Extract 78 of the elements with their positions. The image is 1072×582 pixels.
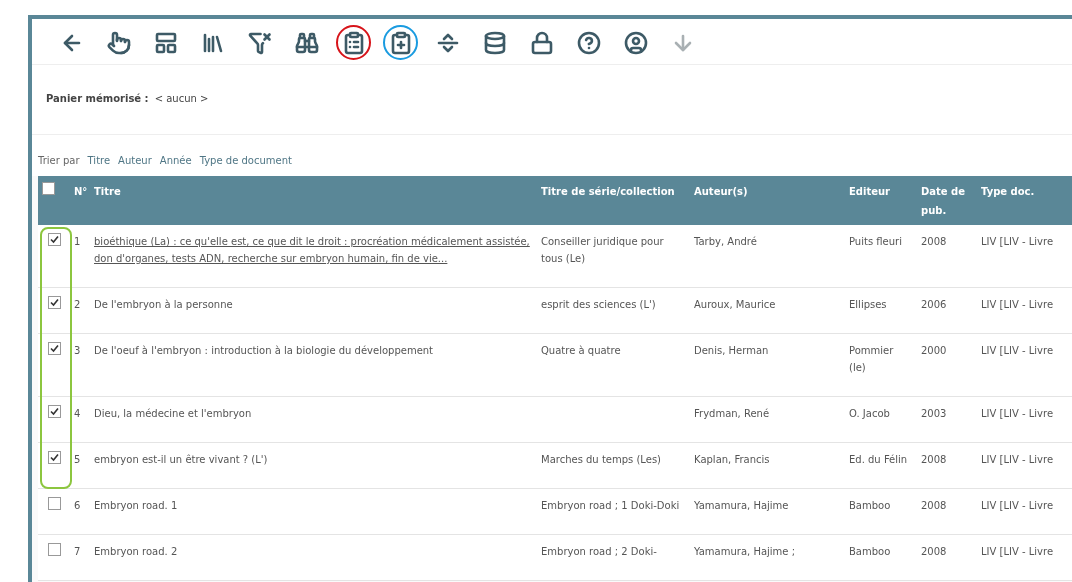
table-cell: LIV [LIV - Livre [981,454,1054,465]
table-cell: LIV [LIV - Livre [981,500,1054,511]
column-header[interactable]: Editeur [845,176,917,225]
sort-link[interactable]: Titre [87,155,111,166]
table-cell: Auroux, Maurice [694,299,776,310]
basket-label: Panier mémorisé : [46,93,149,104]
checkbox[interactable] [48,342,61,355]
table-cell: 2006 [921,299,947,310]
table-cell: Yamamura, Hajime [694,500,789,511]
checkbox[interactable] [48,233,61,246]
check-icon [50,235,59,244]
check-icon [50,298,59,307]
table-cell: 5 [74,454,81,465]
table-cell: 7 [74,546,81,557]
table-cell: esprit des sciences (L') [541,299,656,310]
help-icon [576,30,601,55]
table-cell: Embryon road ; 2 Doki- [541,546,657,557]
table-cell: Bamboo [849,546,891,557]
database-icon [482,30,507,55]
layout-icon [153,30,178,55]
checkbox[interactable] [48,543,61,556]
table-cell: 2003 [921,408,947,419]
lock-icon [529,30,554,55]
column-header[interactable]: N° [70,176,90,225]
checkbox[interactable] [42,182,55,195]
table-cell: 4 [74,408,81,419]
table-cell: 6 [74,500,81,511]
table-cell: LIV [LIV - Livre [981,546,1054,557]
filter-clear-icon [247,30,272,55]
table-cell: LIV [LIV - Livre [981,345,1054,356]
column-header[interactable]: Titre de série/collection [537,176,690,225]
table-cell: Puits fleuri [849,236,902,247]
clipboard-button[interactable] [336,25,371,60]
sort-link[interactable]: Type de document [199,155,292,166]
table-cell: Embryon road ; 1 Doki-Doki [541,500,680,511]
sort-link[interactable]: Année [159,155,192,166]
check-icon [50,407,59,416]
table-cell: Quatre à quatre [541,345,621,356]
table-cell: LIV [LIV - Livre [981,299,1054,310]
column-header[interactable]: Type doc. [977,176,1072,225]
table-cell: Ed. du Félin [849,454,908,465]
table-cell: Bamboo [849,500,891,511]
table-cell: Conseiller juridique pour tous (Le) [541,236,664,264]
table-cell: 2 [74,299,81,310]
table-cell: Kaplan, Francis [694,454,770,465]
check-icon [50,453,59,462]
table-cell: 1 [74,236,81,247]
column-header[interactable]: Auteur(s) [690,176,845,225]
table-cell: Pommier (le) [849,345,894,373]
column-header[interactable]: Date de pub. [917,176,977,225]
clipboard-plus-button[interactable] [383,25,418,60]
sort-link[interactable]: Auteur [118,155,152,166]
table-cell: Yamamura, Hajime ; [694,546,796,557]
checkbox[interactable] [48,405,61,418]
table-cell: O. Jacob [849,408,890,419]
table-cell: Tarby, André [694,236,757,247]
table-cell: LIV [LIV - Livre [981,408,1054,419]
checkbox[interactable] [48,296,61,309]
checkbox[interactable] [48,451,61,464]
sort-label: Trier par [38,155,80,166]
checkbox[interactable] [48,497,61,510]
basket-value: < aucun > [154,93,209,104]
check-icon [50,344,59,353]
table-cell: 3 [74,345,81,356]
table-cell: 2008 [921,546,947,557]
column-header[interactable]: Titre [90,176,537,225]
table-cell: 2008 [921,454,947,465]
table-cell: Ellipses [849,299,887,310]
table-cell: LIV [LIV - Livre [981,236,1054,247]
table-cell: Denis, Herman [694,345,769,356]
user-icon [623,30,648,55]
table-cell: 2008 [921,236,947,247]
table-cell: Marches du temps (Les) [541,454,661,465]
binoculars-icon [294,30,319,55]
table-cell: 2008 [921,500,947,511]
table-cell: 2000 [921,345,947,356]
pointing-hand-icon [106,30,131,55]
table-cell: Frydman, René [694,408,770,419]
